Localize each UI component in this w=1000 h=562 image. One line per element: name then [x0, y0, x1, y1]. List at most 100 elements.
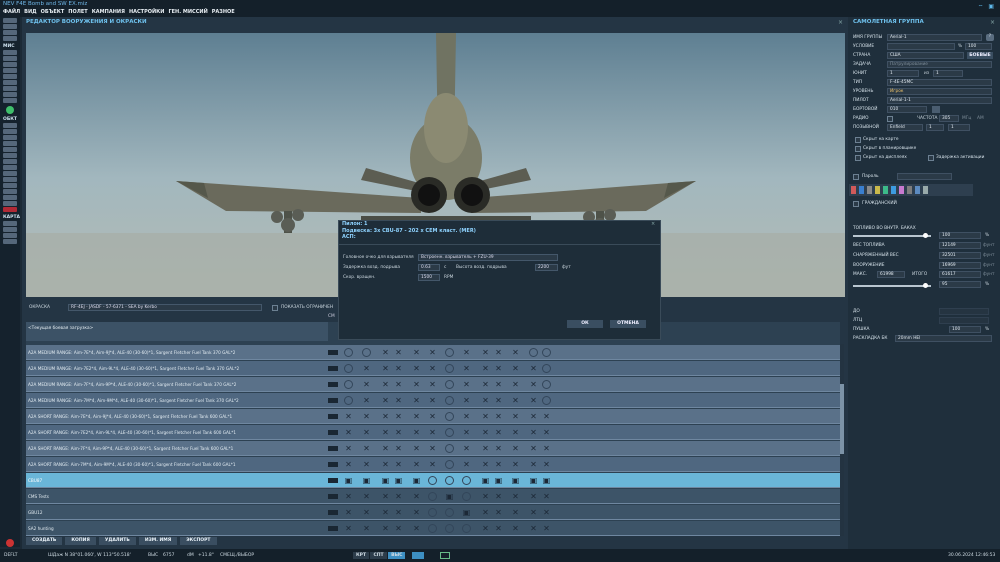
pylon-slot[interactable]: ✕ — [529, 524, 538, 533]
unit-total[interactable]: 1 — [933, 70, 963, 77]
tool-button[interactable] — [3, 221, 17, 226]
help-icon[interactable] — [6, 106, 14, 114]
pylon-slot[interactable] — [445, 412, 454, 421]
fuel-slider-handle[interactable] — [923, 233, 928, 238]
tool-button[interactable] — [3, 177, 17, 182]
combat-button[interactable]: БОЕВЫЕ — [967, 52, 993, 59]
scrollbar-thumb[interactable] — [840, 384, 844, 454]
hide-planner-checkbox[interactable] — [855, 146, 861, 152]
pylon-slot[interactable]: ✕ — [481, 412, 490, 421]
pylon-slot[interactable]: ✕ — [481, 492, 490, 501]
pylon-slot[interactable]: ✕ — [428, 444, 437, 453]
pylon-slot[interactable]: ✕ — [511, 508, 520, 517]
pylon-slot[interactable]: ✕ — [494, 492, 503, 501]
pylon-slot[interactable] — [445, 460, 454, 469]
pylon-slot[interactable] — [428, 508, 437, 517]
tool-button[interactable] — [3, 18, 17, 23]
pylon-slot[interactable]: ✕ — [511, 396, 520, 405]
pylon-slot[interactable]: ✕ — [381, 524, 390, 533]
pylon-slot[interactable]: ✕ — [494, 444, 503, 453]
tool-button[interactable] — [3, 92, 17, 97]
height-input[interactable]: 2200 — [535, 264, 558, 271]
menu-campaign[interactable]: КАМПАНИЯ — [92, 8, 125, 17]
pylon-slot[interactable]: ✕ — [394, 524, 403, 533]
tool-button[interactable] — [3, 123, 17, 128]
tool-button[interactable] — [3, 68, 17, 73]
close-icon[interactable]: × — [990, 19, 995, 26]
skin-select[interactable]: RF-4EJ - JASDF - 57-6371 - SEA by Kerbo — [68, 304, 262, 311]
tool-icon-3[interactable] — [867, 186, 872, 194]
pylon-slot[interactable] — [462, 476, 471, 485]
pylon-slot[interactable]: ✕ — [462, 348, 471, 357]
fuel-percent-input[interactable]: 100 — [939, 232, 981, 239]
pylon-slot[interactable]: ✕ — [481, 396, 490, 405]
delay-input[interactable]: 0.63 — [418, 264, 440, 271]
pylon-slot[interactable]: ✕ — [362, 364, 371, 373]
tool-button[interactable] — [3, 24, 17, 29]
pylon-slot[interactable]: ✕ — [412, 380, 421, 389]
pylon-slot[interactable]: ▣ — [494, 476, 503, 485]
fuze-select[interactable]: Встроенн. взрыватель + FZU-39 — [418, 254, 558, 261]
pylon-slot[interactable]: ✕ — [529, 444, 538, 453]
tool-button[interactable] — [3, 86, 17, 91]
pylon-slot[interactable]: ✕ — [381, 428, 390, 437]
tool-button[interactable] — [3, 201, 17, 206]
pylon-slot[interactable]: ✕ — [412, 492, 421, 501]
tool-icon-4[interactable] — [875, 186, 880, 194]
pylon-slot[interactable]: ✕ — [381, 380, 390, 389]
pylon-slot[interactable]: ✕ — [494, 396, 503, 405]
pylon-slot[interactable]: ✕ — [542, 508, 551, 517]
menu-flight[interactable]: ПОЛЕТ — [68, 8, 87, 17]
pylon-slot[interactable]: ✕ — [394, 364, 403, 373]
tail-input[interactable]: 010 — [887, 106, 927, 113]
pylon-slot[interactable]: ✕ — [394, 412, 403, 421]
pylon-slot[interactable]: ✕ — [344, 508, 353, 517]
pylon-slot[interactable]: ✕ — [412, 412, 421, 421]
pylon-slot[interactable]: ✕ — [529, 492, 538, 501]
pylon-slot[interactable]: ✕ — [394, 380, 403, 389]
pylon-slot[interactable]: ✕ — [481, 508, 490, 517]
pylon-slot[interactable]: ✕ — [428, 348, 437, 357]
pylon-slot[interactable]: ▣ — [412, 476, 421, 485]
pylon-slot[interactable]: ✕ — [529, 428, 538, 437]
gun-input[interactable]: 100 — [949, 326, 981, 333]
tool-button[interactable] — [3, 135, 17, 140]
pylon-slot[interactable]: ✕ — [428, 380, 437, 389]
menu-object[interactable]: ОБЪЕКТ — [41, 8, 65, 17]
payload-slider[interactable] — [853, 283, 931, 288]
pylon-slot[interactable]: ✕ — [412, 428, 421, 437]
pylon-slot[interactable]: ✕ — [542, 412, 551, 421]
callsign-num1[interactable]: 1 — [926, 124, 944, 131]
tool-button[interactable] — [3, 50, 17, 55]
tool-button[interactable] — [3, 153, 17, 158]
level-select[interactable]: Игрок — [887, 88, 992, 95]
power-icon[interactable] — [6, 539, 14, 547]
pylon-slot[interactable] — [542, 348, 551, 357]
type-select[interactable]: F-4E-45MC — [887, 79, 992, 86]
pylon-slot[interactable] — [445, 524, 454, 533]
pylon-slot[interactable] — [344, 396, 353, 405]
tool-button[interactable] — [3, 62, 17, 67]
freq-input[interactable]: 305 — [939, 115, 959, 122]
flare-input[interactable] — [939, 317, 989, 324]
tool-button[interactable] — [3, 36, 17, 41]
pylon-slot[interactable]: ✕ — [394, 492, 403, 501]
tool-button[interactable] — [3, 141, 17, 146]
pylon-slot[interactable]: ✕ — [412, 444, 421, 453]
pylon-slot[interactable]: ✕ — [511, 444, 520, 453]
payload-percent-input[interactable]: 95 — [939, 281, 981, 288]
layers-icon[interactable] — [440, 552, 450, 559]
pylon-slot[interactable] — [428, 476, 437, 485]
ok-button[interactable]: ОК — [567, 320, 603, 328]
pylon-slot[interactable]: ✕ — [412, 348, 421, 357]
pylon-slot[interactable]: ✕ — [542, 492, 551, 501]
pylon-slot[interactable]: ✕ — [394, 444, 403, 453]
pylon-slot[interactable]: ✕ — [511, 492, 520, 501]
pylon-slot[interactable]: ✕ — [362, 428, 371, 437]
pylon-slot[interactable]: ✕ — [428, 396, 437, 405]
pylon-slot[interactable]: ✕ — [362, 508, 371, 517]
pylon-slot[interactable]: ✕ — [462, 460, 471, 469]
tool-button[interactable] — [3, 30, 17, 35]
pylon-slot[interactable]: ✕ — [394, 348, 403, 357]
pylon-slot[interactable] — [344, 380, 353, 389]
